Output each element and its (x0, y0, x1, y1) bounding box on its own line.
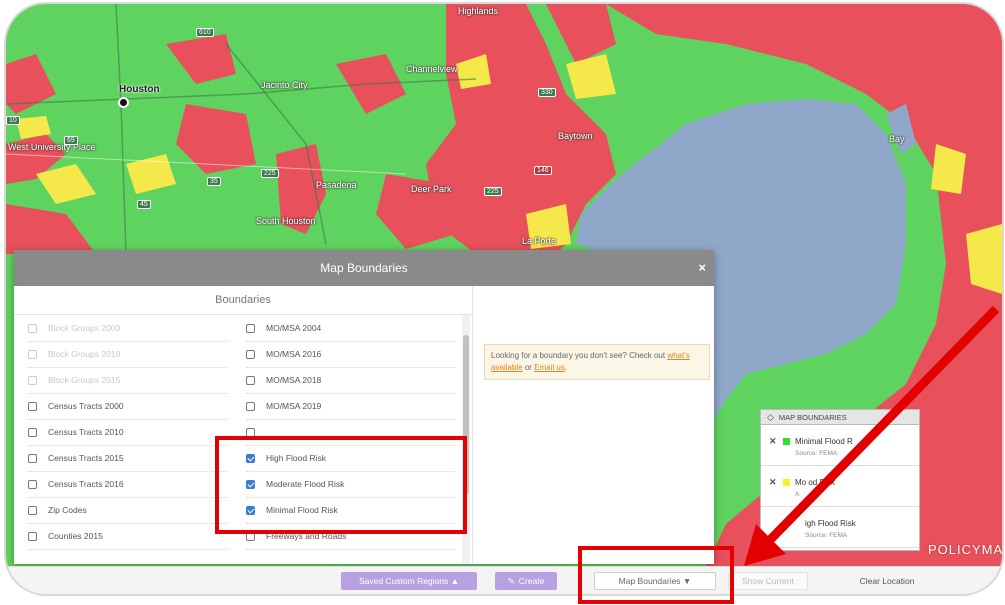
highway-shield: 146 (534, 166, 552, 175)
checkbox[interactable] (246, 401, 255, 411)
annotation-arrow (744, 305, 1000, 566)
checkbox[interactable] (28, 349, 37, 359)
info-or-text: or (524, 363, 532, 372)
boundary-option-label: MO/MSA 2016 (266, 349, 322, 359)
highway-shield: 10 (6, 116, 20, 125)
dialog-title: Map Boundaries (320, 261, 408, 275)
boundary-option[interactable]: Census Tracts 2010 (28, 419, 228, 446)
checkbox[interactable] (28, 479, 37, 489)
map-label-highlands: Highlands (458, 6, 499, 16)
boundary-option[interactable]: MO/MSA 2019 (246, 393, 456, 420)
checkbox[interactable] (28, 401, 37, 411)
map-label-west-university-place: West University Place (8, 142, 96, 152)
map-label-baytown: Baytown (558, 131, 593, 141)
create-button[interactable]: ✎ Create (495, 572, 557, 590)
map-label-south-houston: South Houston (256, 216, 316, 226)
boundary-option[interactable]: Block Groups 2000 (28, 315, 228, 342)
boundary-option-label: MO/MSA 2019 (266, 401, 322, 411)
map-label-jacinto-city: Jacinto City (261, 80, 308, 90)
boundary-option[interactable]: Zip Codes (28, 497, 228, 524)
map-label-channelview: Channelview (406, 64, 458, 74)
saved-custom-regions-button[interactable]: Saved Custom Regions ▲ (341, 572, 477, 590)
boundary-option-label: Counties 2015 (48, 531, 103, 541)
highway-shield: 610 (196, 28, 214, 37)
boundary-option[interactable]: Census Tracts 2000 (28, 393, 228, 420)
highway-shield: 45 (137, 200, 151, 209)
boundary-option[interactable]: Block Groups 2010 (28, 341, 228, 368)
pencil-icon: ✎ (507, 575, 515, 586)
houston-marker-icon (118, 97, 129, 108)
checkbox[interactable] (28, 375, 37, 385)
map-label-deer-park: Deer Park (411, 184, 452, 194)
boundary-option-label: Zip Codes (48, 505, 87, 515)
boundary-option-label: Block Groups 2015 (48, 375, 121, 385)
boundary-option[interactable]: Counties 2015 (28, 523, 228, 550)
boundary-option-label: MO/MSA 2018 (266, 375, 322, 385)
checkbox[interactable] (28, 531, 37, 541)
map-boundaries-highlight-box (578, 546, 734, 604)
boundary-option-label: Block Groups 2000 (48, 323, 121, 333)
boundary-option-label: Census Tracts 2015 (48, 453, 124, 463)
boundary-option[interactable]: Block Groups 2015 (28, 367, 228, 394)
checkbox[interactable] (28, 323, 37, 333)
boundary-option-label: Census Tracts 2000 (48, 401, 124, 411)
map-label-houston: Houston (119, 84, 160, 95)
boundary-option[interactable]: MO/MSA 2018 (246, 367, 456, 394)
info-notice: Looking for a boundary you don't see? Ch… (484, 344, 710, 380)
highway-shield: 225 (261, 169, 279, 178)
boundary-option[interactable]: MO/MSA 2016 (246, 341, 456, 368)
checkbox[interactable] (246, 349, 255, 359)
checkbox[interactable] (28, 505, 37, 515)
map-label-pasadena: Pasadena (316, 180, 357, 190)
highway-shield: 330 (538, 88, 556, 97)
info-text: Looking for a boundary you don't see? Ch… (491, 351, 666, 360)
highway-shield: 69 (64, 136, 78, 145)
column-divider (472, 286, 473, 564)
boundary-option-label: Census Tracts 2016 (48, 479, 124, 489)
close-icon[interactable]: × (698, 260, 706, 275)
show-current-button[interactable]: Show Current (728, 572, 808, 590)
dialog-header: Map Boundaries × (14, 250, 714, 286)
map-label-la-porte: La Porte (522, 236, 557, 246)
checkbox[interactable] (28, 427, 37, 437)
boundary-option-label: Block Groups 2010 (48, 349, 121, 359)
checkbox[interactable] (28, 453, 37, 463)
boundary-option[interactable]: Census Tracts 2015 (28, 445, 228, 472)
create-label: Create (518, 576, 545, 586)
boundaries-column-header: Boundaries (14, 286, 472, 315)
clear-location-button[interactable]: Clear Location (842, 572, 932, 590)
highway-shield: 35 (207, 177, 221, 186)
checkbox[interactable] (246, 323, 255, 333)
info-end: . (564, 363, 568, 372)
highway-shield: 225 (484, 187, 502, 196)
flood-risk-highlight-box (215, 436, 467, 534)
email-us-link[interactable]: Email us (534, 363, 565, 372)
map-label-bay: Bay (889, 134, 905, 144)
checkbox[interactable] (246, 375, 255, 385)
boundary-option[interactable]: MO/MSA 2004 (246, 315, 456, 342)
screenshot-frame: Houston Jacinto City Channelview Baytown… (6, 4, 1002, 594)
boundary-option-label: Census Tracts 2010 (48, 427, 124, 437)
boundary-option[interactable]: Census Tracts 2016 (28, 471, 228, 498)
boundary-option-label: MO/MSA 2004 (266, 323, 322, 333)
